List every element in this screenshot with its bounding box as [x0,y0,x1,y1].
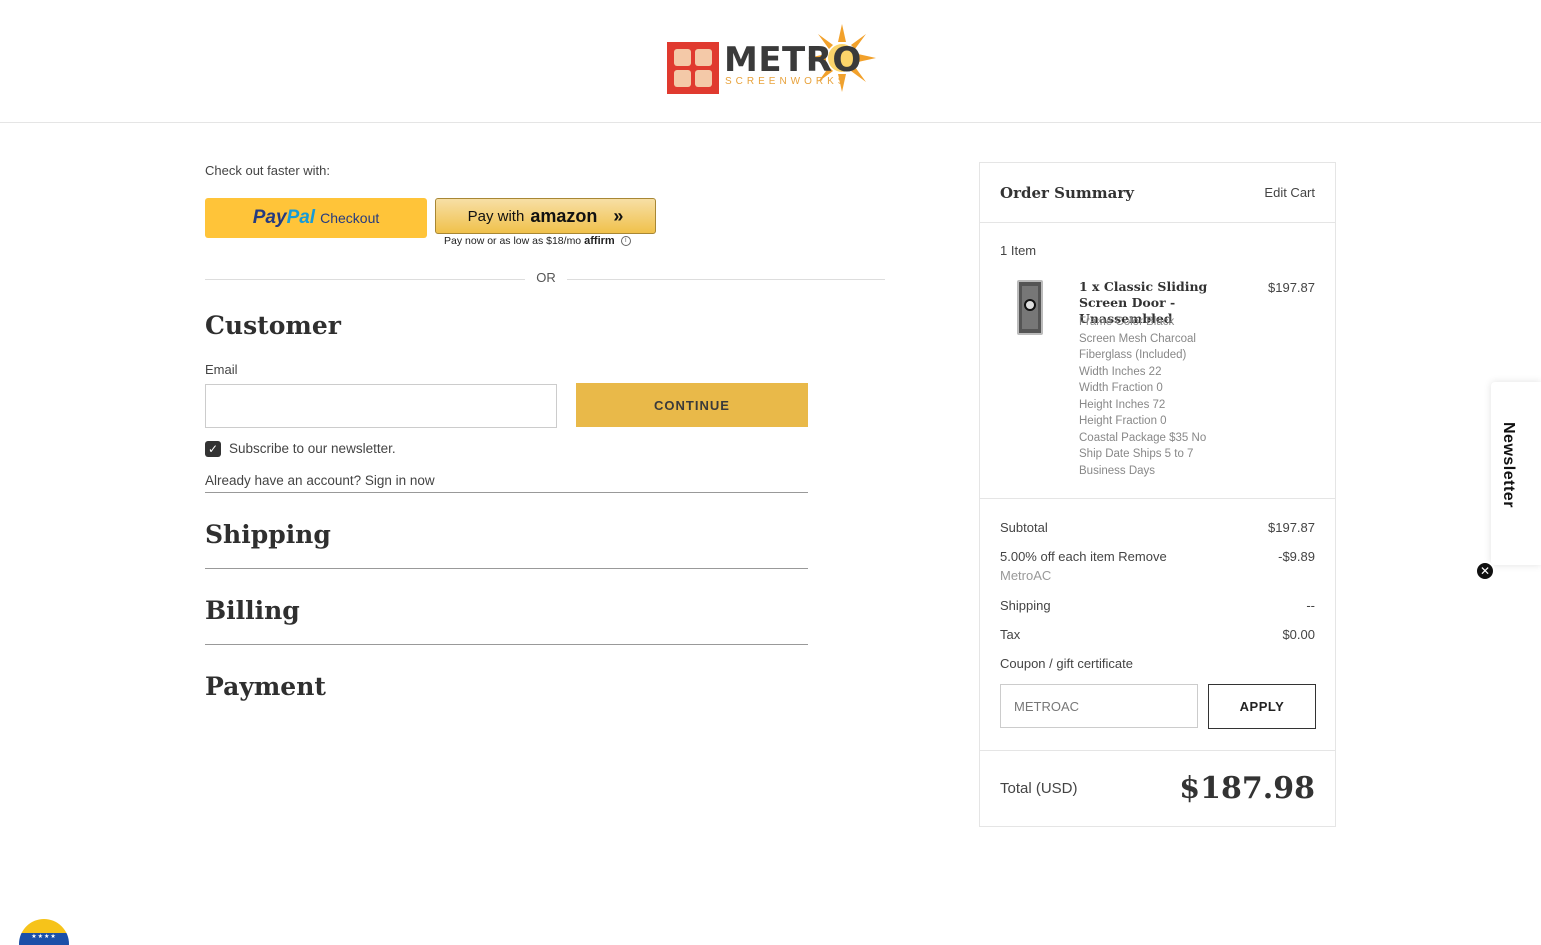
order-summary: Order Summary Edit Cart 1 Item 1 x Class… [979,162,1336,827]
shipping-label: Shipping [1000,598,1051,613]
product-option: Screen Mesh Charcoal Fiberglass (Include… [1079,332,1196,362]
logo-mark-icon [667,42,719,94]
email-input[interactable] [205,384,557,428]
newsletter-checkbox-label: Subscribe to our newsletter. [229,441,396,456]
product-option: Height Fraction 0 [1079,415,1167,427]
discount-code: MetroAC [1000,568,1052,583]
paypal-checkout-label: Checkout [320,210,380,226]
discount-value: -$9.89 [1278,549,1315,564]
total-label: Total (USD) [1000,780,1078,797]
product-option: Frame Color Black [1079,316,1175,328]
product-option: Width Fraction 0 [1079,382,1163,394]
or-divider: OR [205,270,885,288]
shipping-heading: Shipping [205,520,331,549]
summary-divider [980,750,1335,751]
subtotal-value: $197.87 [1268,520,1315,535]
billing-heading: Billing [205,596,300,625]
logo-tagline: SCREENWORKS [725,76,849,87]
order-summary-title: Order Summary [1000,184,1134,202]
subtotal-label: Subtotal [1000,520,1048,535]
newsletter-tab[interactable]: Newsletter [1491,382,1541,565]
affirm-logo: affirm [584,235,615,247]
metro-screenworks-logo[interactable]: METRO SCREENWORKS [667,24,879,96]
continue-button[interactable]: CONTINUE [576,383,808,427]
email-label: Email [205,362,238,377]
apply-coupon-button[interactable]: APPLY [1208,684,1316,729]
product-option: Coastal Package $35 No [1079,431,1207,444]
item-count: 1 Item [1000,243,1037,258]
paypal-checkout-button[interactable]: PayPal Checkout [205,198,427,238]
order-summary-header: Order Summary Edit Cart [980,163,1335,223]
summary-divider [980,498,1335,499]
eu-badge-icon[interactable]: ★★★★ [19,919,69,945]
total-value: $187.98 [1179,771,1315,806]
express-checkout-label: Check out faster with: [205,163,330,178]
section-divider [205,644,808,645]
gear-icon [1024,299,1036,311]
product-price: $197.87 [1268,280,1315,295]
coupon-label: Coupon / gift certificate [1000,656,1133,671]
section-divider [205,568,808,569]
edit-cart-link[interactable]: Edit Cart [1264,185,1315,200]
product-option: Width Inches 22 [1079,365,1162,378]
product-options: Frame Color Black Screen Mesh Charcoal F… [1079,314,1219,479]
coupon-input[interactable] [1000,684,1198,728]
amazon-logo: amazon [530,205,598,226]
tax-label: Tax [1000,627,1021,642]
section-divider [205,492,808,493]
logo-wordmark: METRO [724,40,862,80]
product-option: Ship Date Ships 5 to 7 Business Days [1079,448,1194,477]
info-icon[interactable]: i [620,236,631,246]
discount-label[interactable]: 5.00% off each item Remove [1000,549,1167,564]
payment-heading: Payment [205,672,326,701]
affirm-financing-note: Pay now or as low as $18/mo affirm i [444,235,631,247]
sign-in-link[interactable]: Already have an account? Sign in now [205,473,435,488]
double-chevron-right-icon: » [613,205,624,226]
customer-heading: Customer [205,311,341,340]
tax-value: $0.00 [1282,627,1315,642]
newsletter-checkbox[interactable]: ✓ [205,441,221,457]
newsletter-tab-label: Newsletter [1500,422,1517,508]
product-thumbnail [1017,280,1043,335]
close-icon[interactable]: ✕ [1475,561,1495,581]
amazon-pay-label: Pay with [467,207,525,225]
shipping-value: -- [1306,598,1315,613]
product-option: Height Inches 72 [1079,398,1166,411]
site-header: METRO SCREENWORKS [0,0,1541,123]
amazon-pay-button[interactable]: Pay with amazon » [435,198,656,234]
paypal-logo: PayPal [252,207,316,228]
